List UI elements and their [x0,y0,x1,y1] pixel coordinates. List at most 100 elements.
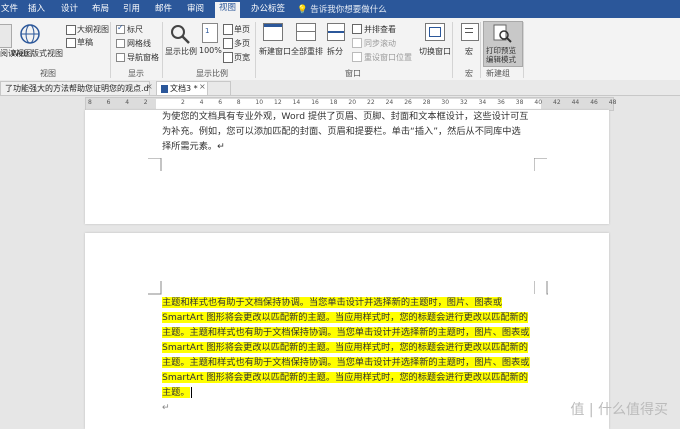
ruler-tick-label: 36 [497,99,505,106]
zoom-100-button[interactable]: 100% [199,46,222,55]
close-icon[interactable]: × [199,82,206,91]
new-window-icon[interactable] [263,23,283,41]
switch-windows-icon[interactable] [425,23,445,41]
page-2[interactable]: 主题和样式也有助于文档保持协调。当您单击设计并选择新的主题时，图片、图表或 Sm… [85,233,609,429]
macros-icon[interactable] [461,23,479,41]
lightbulb-icon: 💡 [297,5,308,15]
group-divider [162,22,163,78]
zoom-magnifier-icon[interactable] [169,23,191,45]
nav-pane-label: 导航窗格 [127,53,159,62]
reset-position-icon [352,52,362,62]
ruler-tick-label: 6 [106,99,111,106]
arrange-all-icon[interactable] [296,23,316,41]
ribbon: 阅读视图 Web 版式视图 大纲视图 草稿 视图 ✓ 标尺 网格线 导航窗格 显… [0,18,680,81]
web-layout-icon[interactable] [18,22,42,46]
switch-windows-button[interactable]: 切换窗口 [419,46,451,57]
crop-mark [148,158,162,171]
edit-mode-label: 编辑模式 [486,55,516,64]
document-tab-bar: 了功能强大的方法帮助您证明您的观点.docx × 文档3 * × [0,80,680,96]
tab-file[interactable]: 文件 [1,3,18,15]
ruler-tick-label: 30 [441,99,450,106]
ruler-tick-label: 28 [422,99,431,106]
close-icon[interactable]: × [146,82,153,91]
ruler-tick-label: 40 [534,99,543,106]
sync-scroll-button[interactable]: 同步滚动 [364,38,396,49]
ruler-tick-label: 4 [125,99,130,106]
ruler-tick-label: 38 [515,99,524,106]
crop-mark [534,158,547,171]
crop-mark [534,281,548,295]
window-group-label: 窗口 [345,69,361,78]
group-divider [255,22,256,78]
macros-button[interactable]: 宏 [465,46,473,57]
draft-icon [66,38,76,48]
ruler-tick-label: 32 [460,99,468,106]
ruler-tick-label: 22 [367,99,375,106]
draft-view-button[interactable]: 草稿 [77,37,93,48]
text-line: 主题。 [162,387,190,398]
side-by-side-icon [352,24,362,34]
gridlines-checkbox[interactable] [116,39,125,48]
views-group-label: 视图 [40,69,56,78]
page-width-button[interactable]: 页宽 [234,52,250,63]
ruler-tick-label: 48 [608,99,617,106]
group-divider [523,22,524,78]
new-group-label: 新建组 [486,69,510,78]
new-tab-button[interactable] [207,81,231,95]
paragraph-mark: ↵ [162,402,170,413]
tab-layout[interactable]: 布局 [92,3,109,15]
ruler-tick-label: 20 [348,99,357,106]
ruler-tick-label: 44 [571,99,580,106]
text-line: 主题。主题和样式也有助于文档保持协调。当您单击设计并选择新的主题时，图片、图表或 [162,327,530,338]
web-layout-button[interactable]: Web 版式视图 [11,48,63,59]
read-mode-icon[interactable] [0,24,12,48]
ruler-tick-label: 8 [88,99,92,106]
text-line: SmartArt 图形将会更改以匹配新的主题。当应用样式时，您的标题会进行更改以… [162,342,528,353]
ruler-tick-label: 10 [255,99,264,106]
page2-paragraph[interactable]: 主题和样式也有助于文档保持协调。当您单击设计并选择新的主题时，图片、图表或 Sm… [162,295,534,415]
split-icon[interactable] [327,23,345,41]
sync-scroll-icon [352,38,362,48]
page1-paragraph[interactable]: 为使您的文档具有专业外观，Word 提供了页眉、页脚、封面和文本框设计，这些设计… [162,109,528,154]
new-window-button[interactable]: 新建窗口 [259,46,291,57]
one-page-button[interactable]: 单页 [234,24,250,35]
tab-insert[interactable]: 插入 [28,3,45,15]
arrange-all-button[interactable]: 全部重排 [291,46,323,57]
ruler-tick-label: 2 [181,99,185,106]
ruler-tick-label: 2 [143,99,148,106]
ruler-tick-label: 12 [274,99,282,106]
tab-review[interactable]: 审阅 [187,3,204,15]
side-by-side-button[interactable]: 并排查看 [364,24,396,35]
show-group-label: 显示 [128,69,144,78]
ruler-tick-label: 8 [236,99,241,106]
ruler-checkbox[interactable]: ✓ [116,23,125,34]
text-cursor [190,387,192,398]
gridlines-label: 网格线 [127,39,151,48]
split-button[interactable]: 拆分 [327,46,343,57]
one-page-icon [223,24,233,35]
document-tab-1[interactable]: 了功能强大的方法帮助您证明您的观点.docx [0,81,150,95]
word-doc-icon [161,84,168,93]
ruler-tick-label: 16 [311,99,319,106]
outline-view-button[interactable]: 大纲视图 [77,24,109,35]
hundred-percent-icon[interactable]: 1 [202,23,218,43]
ruler-tick-label: 14 [292,99,301,106]
ribbon-tab-bar: 文件 插入 设计 布局 引用 邮件 审阅 视图 办公标签 💡 告诉我你想要做什么 [0,0,680,18]
multi-page-button[interactable]: 多页 [234,38,250,49]
tab-design[interactable]: 设计 [61,3,78,15]
zoom-button[interactable]: 显示比例 [165,46,197,57]
reset-position-button[interactable]: 重设窗口位置 [364,52,412,63]
tab-office-tab[interactable]: 办公标签 [251,3,285,15]
page-width-icon [223,52,233,63]
tell-me-search[interactable]: 💡 告诉我你想要做什么 [297,3,387,15]
ruler-tick-label: 6 [218,99,223,106]
tab-view[interactable]: 视图 [215,2,241,18]
tab-references[interactable]: 引用 [123,3,140,15]
tab-mailings[interactable]: 邮件 [155,3,172,15]
nav-pane-checkbox[interactable] [116,53,125,62]
outline-icon [66,25,76,35]
text-line: SmartArt 图形将会更改以匹配新的主题。当应用样式时，您的标题会进行更改以… [162,372,528,383]
page-1[interactable]: 为使您的文档具有专业外观，Word 提供了页眉、页脚、封面和文本框设计，这些设计… [85,110,609,224]
ruler-label: 标尺 [127,25,143,34]
ruler-tick-label: 24 [385,99,394,106]
